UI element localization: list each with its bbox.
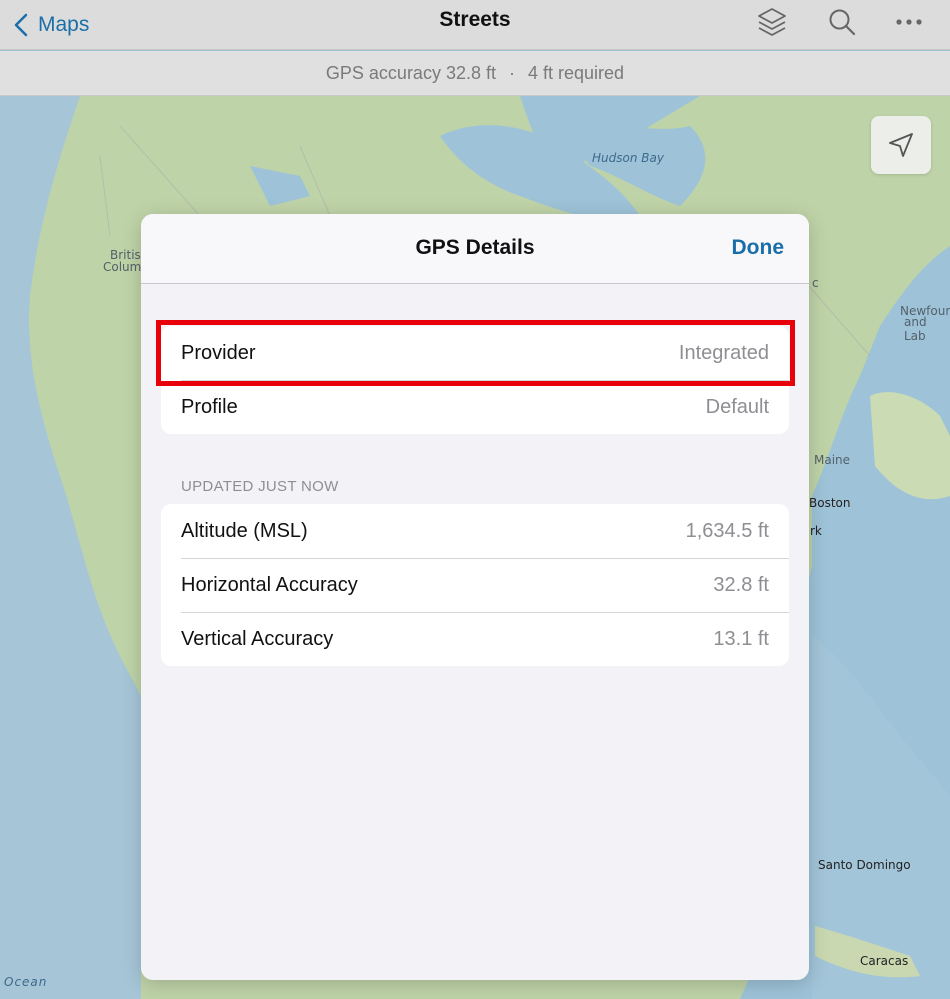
layers-icon[interactable] <box>754 4 790 40</box>
back-button[interactable]: Maps <box>14 8 89 42</box>
altitude-value: 1,634.5 ft <box>685 519 769 542</box>
vertical-accuracy-label: Vertical Accuracy <box>181 627 334 650</box>
location-arrow-icon <box>889 133 913 157</box>
search-icon[interactable] <box>824 4 860 40</box>
provider-row[interactable]: Provider Integrated <box>161 326 789 380</box>
gps-required-text: 4 ft required <box>528 63 625 83</box>
map-label-labrador: and Lab <box>904 315 927 343</box>
horizontal-accuracy-row: Horizontal Accuracy 32.8 ft <box>161 558 789 612</box>
altitude-row: Altitude (MSL) 1,634.5 ft <box>161 504 789 558</box>
map-label-caracas: Caracas <box>860 954 909 968</box>
metrics-group: Altitude (MSL) 1,634.5 ft Horizontal Acc… <box>161 504 789 666</box>
modal-title: GPS Details <box>415 236 535 259</box>
profile-row[interactable]: Profile Default <box>161 380 789 434</box>
map-label-ocean: Ocean <box>4 975 48 989</box>
map-label-maine: Maine <box>814 453 851 467</box>
provider-label: Provider <box>181 341 256 364</box>
map-label-quebec: c <box>812 276 819 290</box>
map-label-new-york: rk <box>810 524 822 538</box>
altitude-label: Altitude (MSL) <box>181 519 308 542</box>
page-title: Streets <box>439 8 511 31</box>
back-button-label: Maps <box>38 13 90 36</box>
gps-accuracy-text: GPS accuracy 32.8 ft <box>325 63 496 83</box>
modal-header: GPS Details Done <box>141 214 809 284</box>
navigation-bar: Maps Streets <box>0 0 950 50</box>
section-header-updated: UPDATED JUST NOW <box>181 478 339 495</box>
chevron-left-icon <box>14 13 28 37</box>
gps-separator: · <box>509 63 515 83</box>
profile-value: Default <box>705 395 769 418</box>
map-label-santo-domingo: Santo Domingo <box>818 858 911 872</box>
more-icon[interactable] <box>891 4 927 40</box>
vertical-accuracy-row: Vertical Accuracy 13.1 ft <box>161 612 789 666</box>
map-label-hudson-bay: Hudson Bay <box>592 151 664 165</box>
source-group: Provider Integrated Profile Default <box>161 326 789 434</box>
done-button[interactable]: Done <box>732 236 785 260</box>
horizontal-accuracy-label: Horizontal Accuracy <box>181 573 358 596</box>
vertical-accuracy-value: 13.1 ft <box>713 627 769 650</box>
map-label-boston: Boston <box>809 496 851 510</box>
horizontal-accuracy-value: 32.8 ft <box>713 573 769 596</box>
gps-details-modal: GPS Details Done Provider Integrated Pro… <box>141 214 809 980</box>
provider-value: Integrated <box>678 341 769 364</box>
map-label-british-columbia-2: Colum <box>103 260 142 274</box>
gps-accuracy-bar[interactable]: GPS accuracy 32.8 ft · 4 ft required <box>0 51 950 96</box>
locate-button[interactable] <box>871 116 931 174</box>
profile-label: Profile <box>181 395 238 418</box>
